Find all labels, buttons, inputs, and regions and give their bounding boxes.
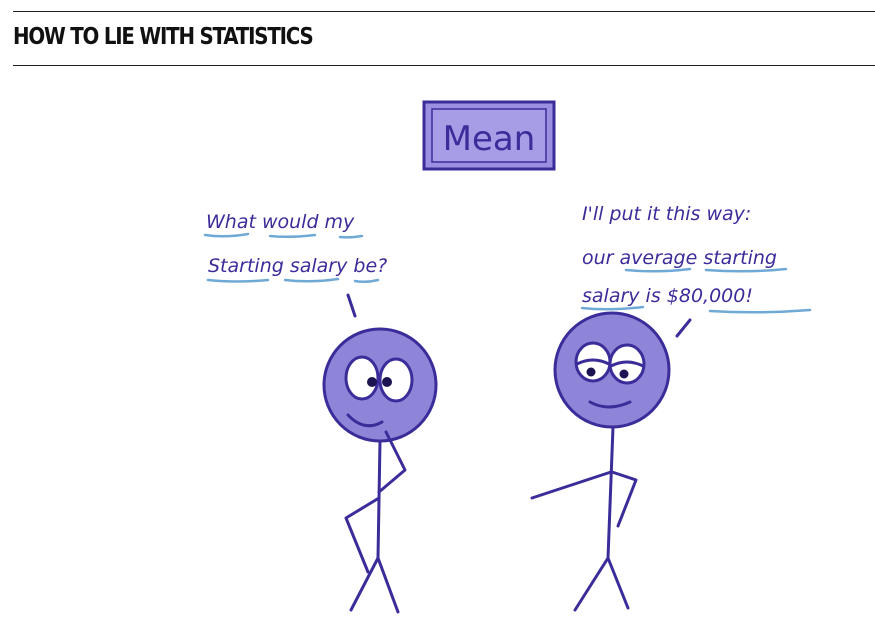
left-speech-tail bbox=[346, 293, 357, 318]
left-figure-legs bbox=[349, 556, 400, 614]
right-figure-right-arm bbox=[610, 470, 638, 528]
left-speech-bubble: What would my Starting salary be? bbox=[203, 211, 387, 318]
right-speech-line-1: I'll put it this way: bbox=[582, 203, 751, 225]
mean-title-box: Mean bbox=[422, 100, 556, 171]
right-figure-left-arm bbox=[530, 470, 613, 500]
left-figure-pupil-right bbox=[382, 377, 392, 387]
right-speech-tail bbox=[675, 318, 692, 338]
header-rule-top bbox=[13, 11, 875, 12]
mean-title-text: Mean bbox=[443, 119, 536, 159]
header-rule-bottom bbox=[13, 65, 875, 66]
left-speech-line-1: What would my bbox=[206, 211, 355, 233]
left-speech-line-2: Starting salary be? bbox=[208, 255, 387, 277]
right-figure-legs bbox=[573, 556, 630, 612]
right-figure-pupil-right bbox=[619, 369, 629, 379]
left-figure-pupil-left bbox=[367, 377, 377, 387]
right-speech-line-3: salary is $80,000! bbox=[582, 285, 753, 307]
right-speech-line-2: our average starting bbox=[582, 247, 777, 269]
right-figure-pupil-left bbox=[586, 367, 596, 377]
left-figure-arm bbox=[344, 496, 381, 574]
right-figure-body bbox=[606, 425, 615, 560]
right-stick-figure bbox=[530, 311, 671, 612]
left-stick-figure bbox=[322, 327, 438, 614]
page-title: HOW TO LIE WITH STATISTICS bbox=[13, 24, 314, 50]
cartoon-illustration: Mean What would my Starting salary be? I… bbox=[203, 100, 812, 614]
